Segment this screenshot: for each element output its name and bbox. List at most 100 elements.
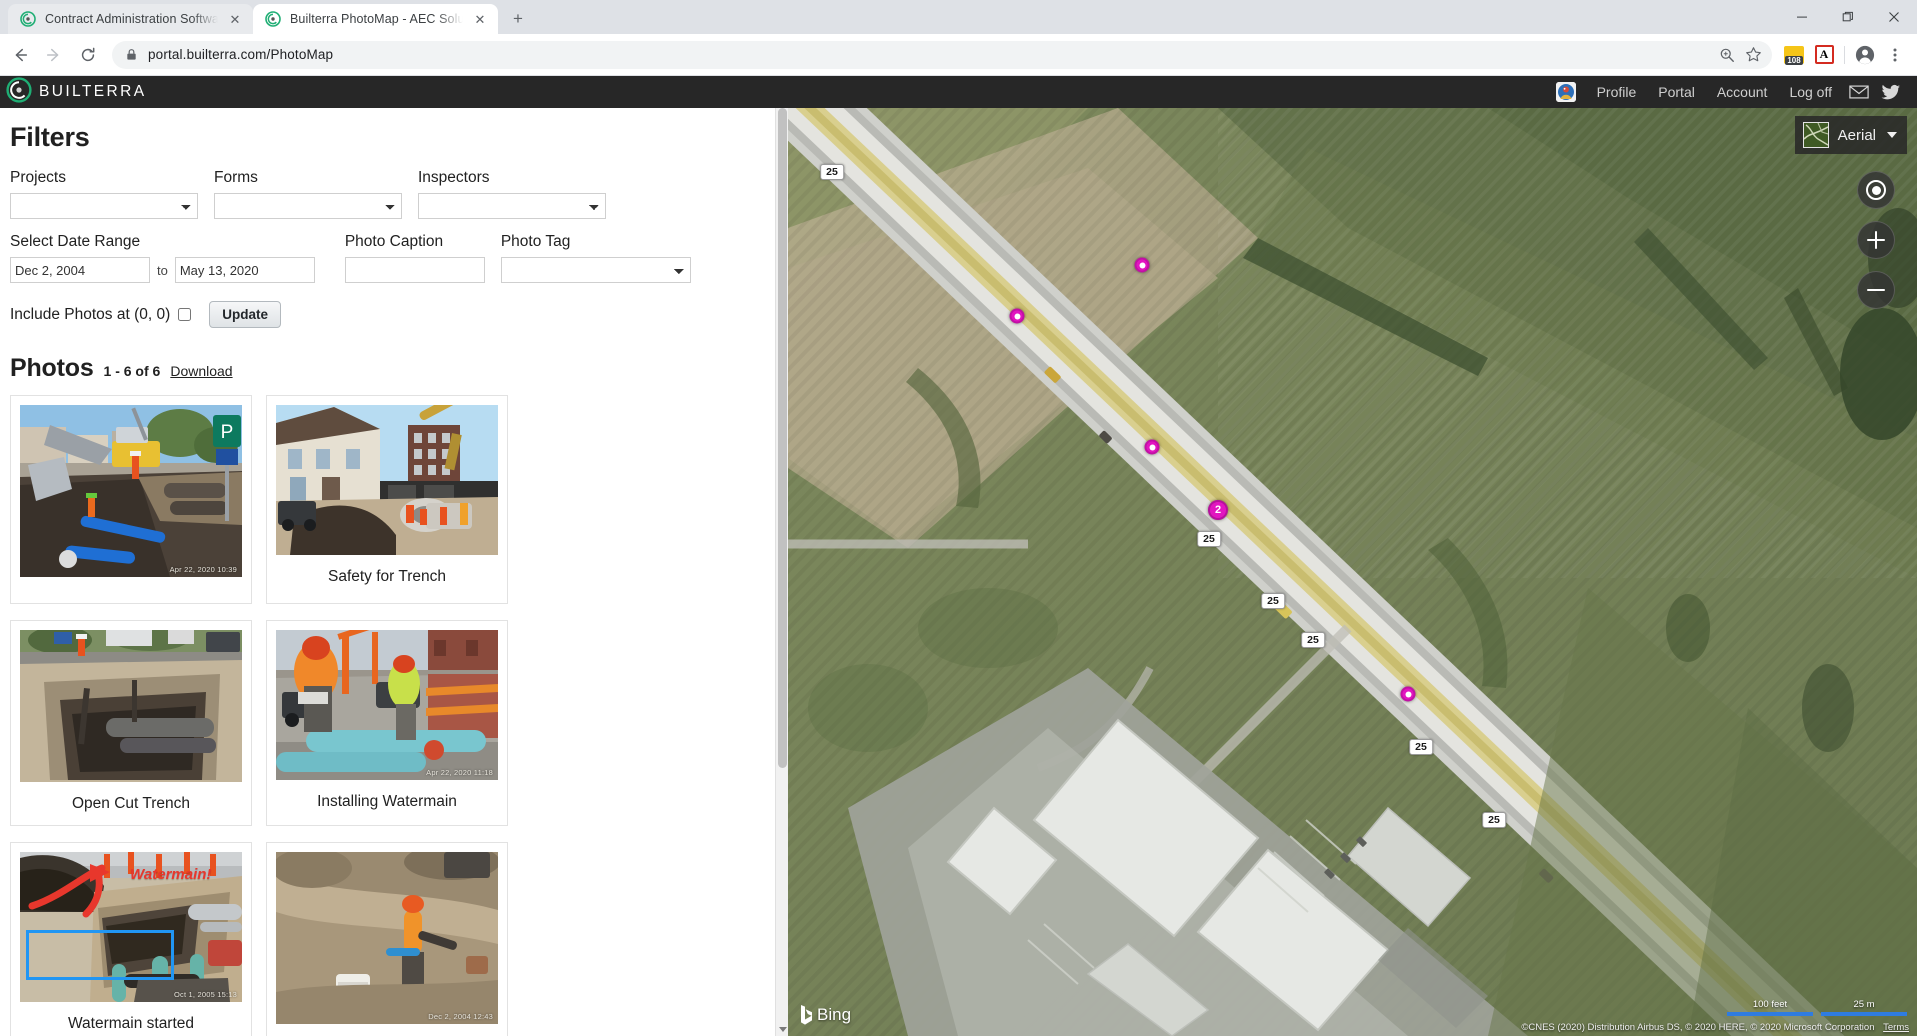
star-icon[interactable] xyxy=(1745,46,1762,63)
filters-panel-scrollbar[interactable] xyxy=(775,108,788,1036)
photo-caption-input[interactable] xyxy=(344,257,485,283)
map[interactable]: Aerial 2 25 25 25 25 25 25 Bing 100 feet… xyxy=(788,108,1917,1036)
bing-logo-icon xyxy=(801,1005,812,1025)
photo-card[interactable]: Watermain! Oct 1, 2005 15:13 Watermain s… xyxy=(10,842,252,1036)
photo-card[interactable]: Open Cut Trench xyxy=(10,620,252,827)
date-from-input[interactable] xyxy=(10,257,150,283)
window-minimize-icon[interactable] xyxy=(1779,0,1825,34)
map-type-label: Aerial xyxy=(1837,126,1876,144)
brand[interactable]: BUILTERRA xyxy=(6,76,146,108)
photo-thumbnail[interactable]: P Apr 22, 2020 10:39 xyxy=(20,405,242,577)
photo-caption xyxy=(127,577,135,603)
photo-thumbnail[interactable] xyxy=(20,630,242,782)
forward-arrow-icon[interactable] xyxy=(38,39,70,71)
browser-tab-1-close-icon[interactable]: ✕ xyxy=(227,11,243,27)
new-tab-button[interactable]: + xyxy=(504,5,532,33)
photo-card[interactable]: Apr 22, 2020 11:18 Installing Watermain xyxy=(266,620,508,827)
filter-group-photo-tag: Photo Tag xyxy=(500,233,691,283)
projects-label: Projects xyxy=(10,169,66,186)
twitter-icon[interactable] xyxy=(1875,84,1907,101)
extension-badge: 108 xyxy=(1784,45,1804,65)
photo-tag-label: Photo Tag xyxy=(500,233,571,250)
annotation-text: Watermain! xyxy=(130,866,212,884)
photos-title: Photos xyxy=(10,354,94,382)
zoom-in-button[interactable] xyxy=(1857,221,1895,259)
photo-thumbnail[interactable]: Dec 2, 2004 12:43 xyxy=(276,852,498,1025)
back-arrow-icon[interactable] xyxy=(4,39,36,71)
browser-tab-2[interactable]: Builterra PhotoMap - AEC Solutio ✕ xyxy=(253,4,498,34)
photo-tag-select[interactable] xyxy=(500,257,691,283)
address-bar[interactable]: portal.builterra.com/PhotoMap xyxy=(112,40,1772,69)
reload-icon[interactable] xyxy=(72,39,104,71)
map-type-control[interactable]: Aerial xyxy=(1794,116,1907,154)
locate-icon xyxy=(1866,180,1886,200)
chevron-down-icon[interactable] xyxy=(1887,132,1897,138)
header-link-profile[interactable]: Profile xyxy=(1586,84,1648,100)
chrome-menu-icon[interactable] xyxy=(1881,41,1909,69)
address-bar-url: portal.builterra.com/PhotoMap xyxy=(148,47,334,62)
photo-marker[interactable] xyxy=(1144,439,1160,455)
photo-thumbnail[interactable]: Apr 22, 2020 11:18 xyxy=(276,630,498,780)
photo-caption: Open Cut Trench xyxy=(71,795,191,812)
inspectors-select[interactable] xyxy=(418,193,606,219)
avatar[interactable] xyxy=(1555,82,1576,102)
filter-group-inspectors: Inspectors xyxy=(418,169,606,219)
photo-timestamp: Oct 1, 2005 15:13 xyxy=(173,990,237,1000)
map-terms-link[interactable]: Terms xyxy=(1883,1022,1909,1033)
extension-badge-count: 108 xyxy=(1785,55,1803,65)
photo-marker[interactable] xyxy=(1134,257,1150,273)
photos-header: Photos 1 - 6 of 6 Download xyxy=(10,354,772,383)
date-range-to-word: to xyxy=(157,263,168,278)
road-shield: 25 xyxy=(1409,739,1433,755)
browser-tab-1-title: Contract Administration Software xyxy=(45,12,218,26)
photo-card[interactable]: Safety for Trench xyxy=(266,395,508,604)
filter-group-projects: Projects xyxy=(10,169,198,219)
window-close-icon[interactable] xyxy=(1871,0,1917,34)
builterra-favicon-icon xyxy=(20,11,36,27)
map-attribution: ©CNES (2020) Distribution Airbus DS, © 2… xyxy=(1521,1022,1909,1033)
date-to-input[interactable] xyxy=(174,257,315,283)
map-attribution-text: ©CNES (2020) Distribution Airbus DS, © 2… xyxy=(1521,1022,1875,1033)
zoom-page-icon[interactable] xyxy=(1719,47,1735,63)
filter-group-forms: Forms xyxy=(214,169,402,219)
download-link[interactable]: Download xyxy=(170,363,232,379)
browser-tab-1[interactable]: Contract Administration Software ✕ xyxy=(8,4,253,34)
photo-marker[interactable] xyxy=(1400,686,1416,702)
adobe-pdf-icon[interactable]: A xyxy=(1810,41,1838,69)
road-shield: 25 xyxy=(1261,593,1285,609)
toolbar-divider xyxy=(1844,45,1845,64)
profile-avatar-icon[interactable] xyxy=(1851,41,1879,69)
photo-marker-cluster[interactable]: 2 xyxy=(1208,500,1228,520)
scrollbar-down-arrow-icon[interactable] xyxy=(779,1027,787,1032)
extension-icon[interactable]: 108 xyxy=(1780,41,1808,69)
bing-logo[interactable]: Bing xyxy=(800,1004,851,1026)
photo-card[interactable]: P Apr 22, 2020 10:39 xyxy=(10,395,252,604)
filters-panel-scroll: Filters Projects Forms Inspectors Select… xyxy=(10,108,778,1036)
photo-caption-label: Photo Caption xyxy=(344,233,444,250)
forms-select[interactable] xyxy=(214,193,402,219)
projects-select[interactable] xyxy=(10,193,198,219)
browser-tab-strip: Contract Administration Software ✕ Built… xyxy=(0,0,1917,34)
header-link-portal[interactable]: Portal xyxy=(1647,84,1706,100)
browser-tab-2-title: Builterra PhotoMap - AEC Solutio xyxy=(290,12,463,26)
header-link-logoff[interactable]: Log off xyxy=(1778,84,1843,100)
forms-label: Forms xyxy=(214,169,258,186)
update-button[interactable]: Update xyxy=(209,301,282,328)
window-maximize-icon[interactable] xyxy=(1825,0,1871,34)
header-link-account[interactable]: Account xyxy=(1706,84,1779,100)
include-zero-row: Include Photos at (0, 0) Update xyxy=(10,301,772,328)
photo-thumbnail[interactable]: Watermain! Oct 1, 2005 15:13 xyxy=(20,852,242,1003)
mail-icon[interactable] xyxy=(1843,84,1875,100)
scrollbar-thumb[interactable] xyxy=(778,108,787,768)
locate-button[interactable] xyxy=(1857,171,1895,209)
filter-group-photo-caption: Photo Caption xyxy=(344,233,485,283)
browser-tab-2-close-icon[interactable]: ✕ xyxy=(472,11,488,27)
photo-thumbnail[interactable] xyxy=(276,405,498,555)
zoom-out-button[interactable] xyxy=(1857,271,1895,309)
photo-caption: Safety for Trench xyxy=(327,568,447,585)
photo-marker[interactable] xyxy=(1009,308,1025,324)
include-zero-checkbox[interactable] xyxy=(178,308,192,321)
scale-imperial-label: 100 feet xyxy=(1752,999,1788,1010)
map-thumbnail-icon xyxy=(1802,122,1829,148)
photo-card[interactable]: Dec 2, 2004 12:43 More watermain xyxy=(266,842,508,1036)
